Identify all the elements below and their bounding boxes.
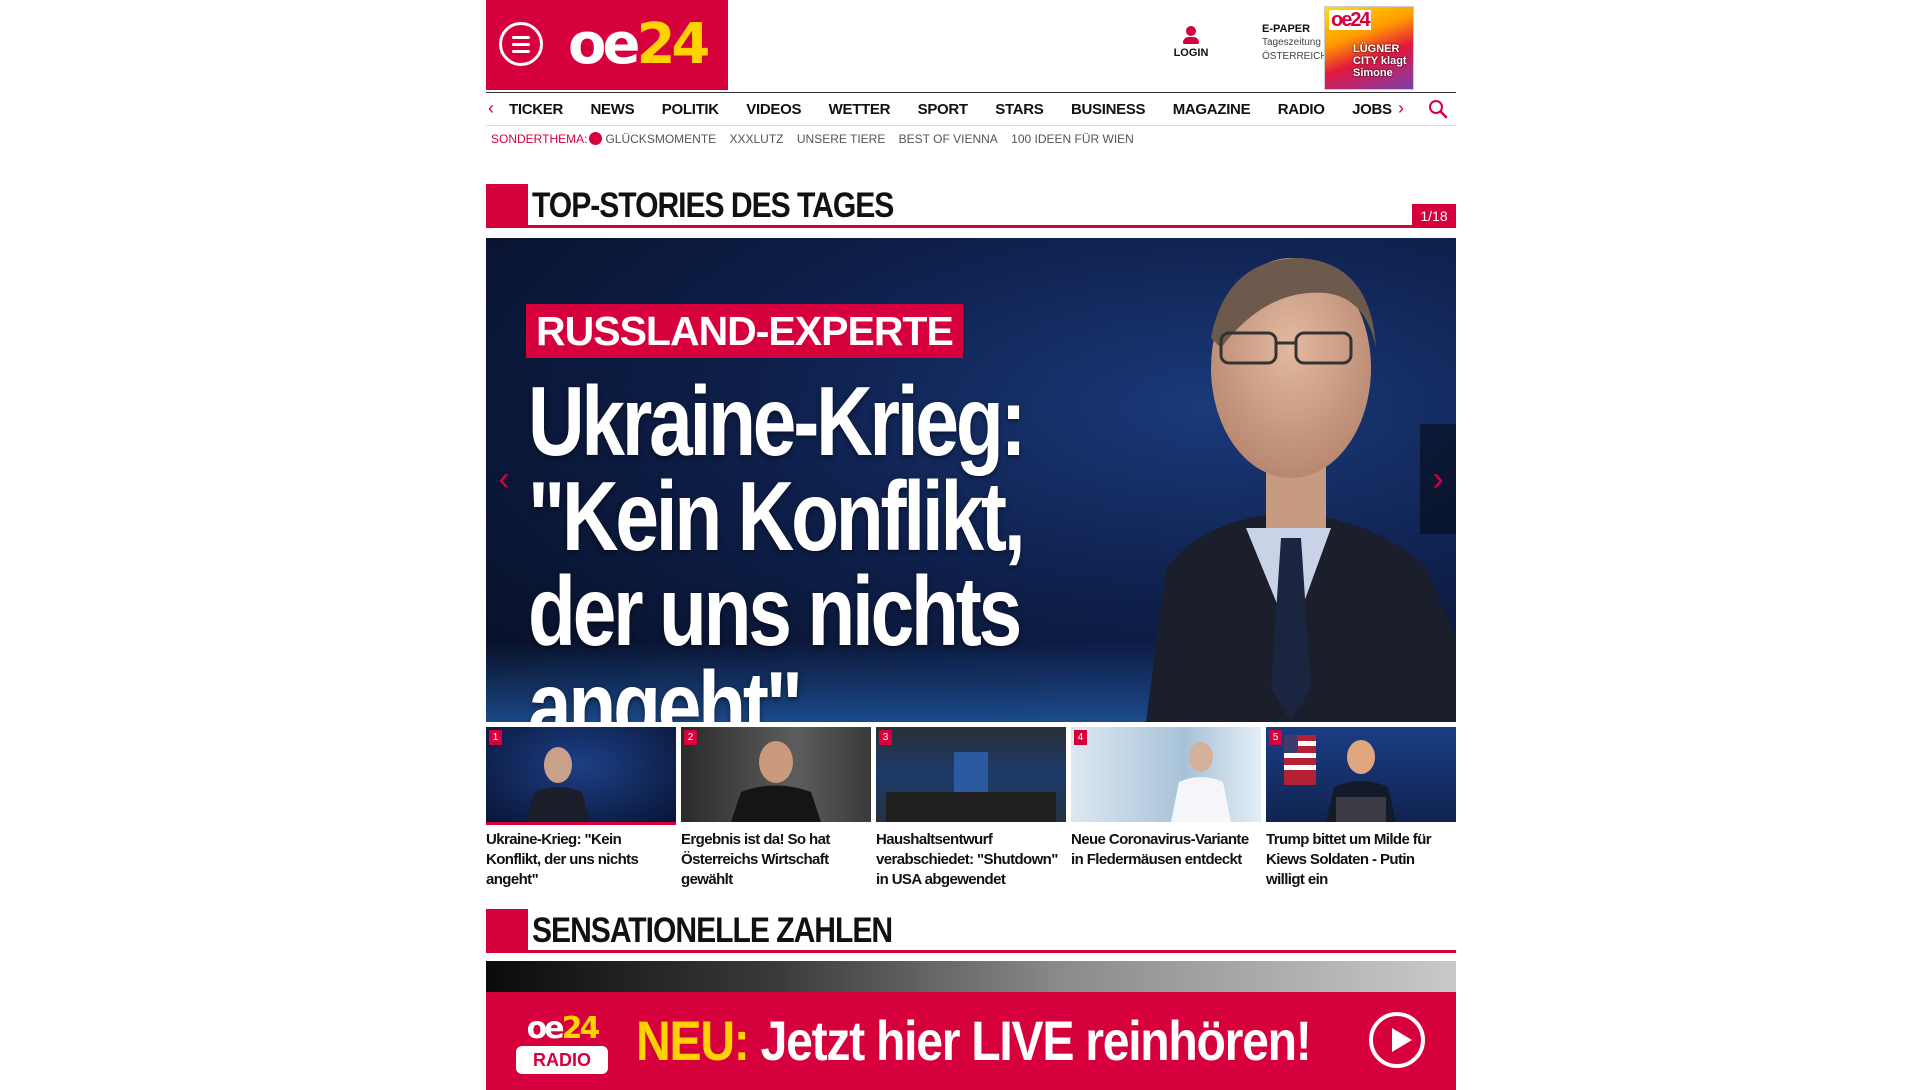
- story-number: 4: [1074, 730, 1087, 745]
- story-number: 2: [684, 730, 697, 745]
- radio-live-banner[interactable]: oe24 RADIO NEU: Jetzt hier LIVE reinhöre…: [486, 992, 1456, 1090]
- chevron-right-icon[interactable]: ›: [1420, 424, 1456, 534]
- epaper-cover-logo: oe24: [1329, 9, 1371, 31]
- story-thumb-image: 2: [681, 727, 871, 822]
- epaper-link[interactable]: E-PAPER Tageszeitung ÖSTERREICH: [1262, 22, 1328, 64]
- story-thumb[interactable]: 2 Ergebnis ist da! So hat Österreichs Wi…: [681, 727, 871, 890]
- chevron-left-icon[interactable]: ‹: [486, 424, 522, 534]
- subnav-item-100-ideen[interactable]: 100 IDEEN FÜR WIEN: [1011, 132, 1134, 146]
- nav-item-news[interactable]: NEWS: [591, 101, 635, 118]
- nav-item-business[interactable]: BUSINESS: [1071, 101, 1146, 118]
- story-thumb[interactable]: 5 Trump bittet um Milde für Kiews Soldat…: [1266, 727, 1456, 890]
- subnav-item-unsere-tiere[interactable]: UNSERE TIERE: [797, 132, 885, 146]
- slider-pager: 1/18: [1412, 204, 1456, 228]
- story-thumb-image: 1: [486, 727, 676, 822]
- radio-banner-text: NEU: Jetzt hier LIVE reinhören!: [636, 1009, 1312, 1072]
- nav-item-jobs[interactable]: JOBS: [1352, 101, 1392, 118]
- story-thumb-image: 3: [876, 727, 1066, 822]
- story-thumb-image: 4: [1071, 727, 1261, 822]
- story-thumb-image: 5: [1266, 727, 1456, 822]
- story-thumb[interactable]: 1 Ukraine-Krieg: "Kein Konflikt, der uns…: [486, 727, 676, 890]
- epaper-title: E-PAPER: [1262, 23, 1311, 35]
- oe24-radio-logo: oe24 RADIO: [516, 1014, 608, 1074]
- page: oe24 LOGIN E-PAPER Tageszeitung ÖSTERREI…: [486, 0, 1456, 1090]
- story-caption: Ukraine-Krieg: "Kein Konflikt, der uns n…: [486, 831, 639, 888]
- sub-nav: SONDERTHEMA: GLÜCKSMOMENTE XXXLUTZ UNSERE…: [491, 132, 1144, 146]
- top-stories-header: TOP-STORIES DES TAGES 1/18: [486, 184, 1456, 228]
- nav-item-ticker[interactable]: TICKER: [509, 101, 563, 118]
- oe24-logo[interactable]: oe24: [568, 12, 710, 78]
- nav-item-sport[interactable]: SPORT: [918, 101, 968, 118]
- story-caption: Neue Coronavirus-Variante in Fledermäuse…: [1071, 831, 1249, 868]
- story-caption: Trump bittet um Milde für Kiews Soldaten…: [1266, 831, 1432, 888]
- nav-item-politik[interactable]: POLITIK: [662, 101, 719, 118]
- section-title: TOP-STORIES DES TAGES: [532, 186, 894, 225]
- hero-kicker: RUSSLAND-EXPERTE: [526, 304, 963, 358]
- hero-headline[interactable]: Ukraine-Krieg: "Kein Konflikt, der uns n…: [528, 372, 1136, 722]
- hero-image: [1146, 258, 1456, 722]
- heart-icon: [589, 132, 603, 145]
- hero-story[interactable]: RUSSLAND-EXPERTE Ukraine-Krieg: "Kein Ko…: [486, 238, 1456, 722]
- story-thumbnails: 1 Ukraine-Krieg: "Kein Konflikt, der uns…: [486, 727, 1456, 897]
- menu-icon[interactable]: [499, 22, 543, 66]
- sensationelle-zahlen-header: SENSATIONELLE ZAHLEN: [486, 909, 1456, 953]
- story-caption: Haushaltsentwurf verabschiedet: "Shutdow…: [876, 831, 1058, 888]
- story-caption: Ergebnis ist da! So hat Österreichs Wirt…: [681, 831, 830, 888]
- sonderthema-label: SONDERTHEMA:: [491, 132, 588, 146]
- user-icon: [1186, 26, 1196, 36]
- story-number: 1: [489, 730, 502, 745]
- nav-item-radio[interactable]: RADIO: [1278, 101, 1325, 118]
- subnav-item-best-of-vienna[interactable]: BEST OF VIENNA: [899, 132, 998, 146]
- subnav-item-gluecksmomente[interactable]: GLÜCKSMOMENTE: [605, 132, 716, 146]
- nav-item-videos[interactable]: VIDEOS: [746, 101, 801, 118]
- play-icon[interactable]: [1369, 1012, 1425, 1068]
- epaper-line2: ÖSTERREICH: [1262, 51, 1328, 62]
- chevron-left-icon[interactable]: ‹: [488, 98, 494, 119]
- subnav-item-xxxlutz[interactable]: XXXLUTZ: [730, 132, 784, 146]
- nav-item-stars[interactable]: STARS: [995, 101, 1044, 118]
- epaper-cover[interactable]: oe24 LÜGNER CITY klagt Simone: [1324, 6, 1414, 90]
- nav-item-wetter[interactable]: WETTER: [829, 101, 891, 118]
- brand-header: oe24: [486, 0, 728, 90]
- chevron-right-icon[interactable]: ›: [1398, 98, 1404, 119]
- epaper-cover-headline: LÜGNER CITY klagt Simone: [1353, 43, 1407, 79]
- story-number: 5: [1269, 730, 1282, 745]
- story-thumb[interactable]: 4 Neue Coronavirus-Variante in Fledermäu…: [1071, 727, 1261, 870]
- login-label: LOGIN: [1173, 47, 1209, 59]
- nav-item-magazine[interactable]: MAGAZINE: [1173, 101, 1251, 118]
- story-number: 3: [879, 730, 892, 745]
- epaper-line1: Tageszeitung: [1262, 37, 1321, 48]
- search-icon[interactable]: [1428, 99, 1448, 119]
- section-title: SENSATIONELLE ZAHLEN: [532, 911, 893, 950]
- main-nav: ‹ TICKER NEWS POLITIK VIDEOS WETTER SPOR…: [486, 92, 1456, 126]
- story-thumb[interactable]: 3 Haushaltsentwurf verabschiedet: "Shutd…: [876, 727, 1066, 890]
- login-button[interactable]: LOGIN: [1166, 26, 1216, 59]
